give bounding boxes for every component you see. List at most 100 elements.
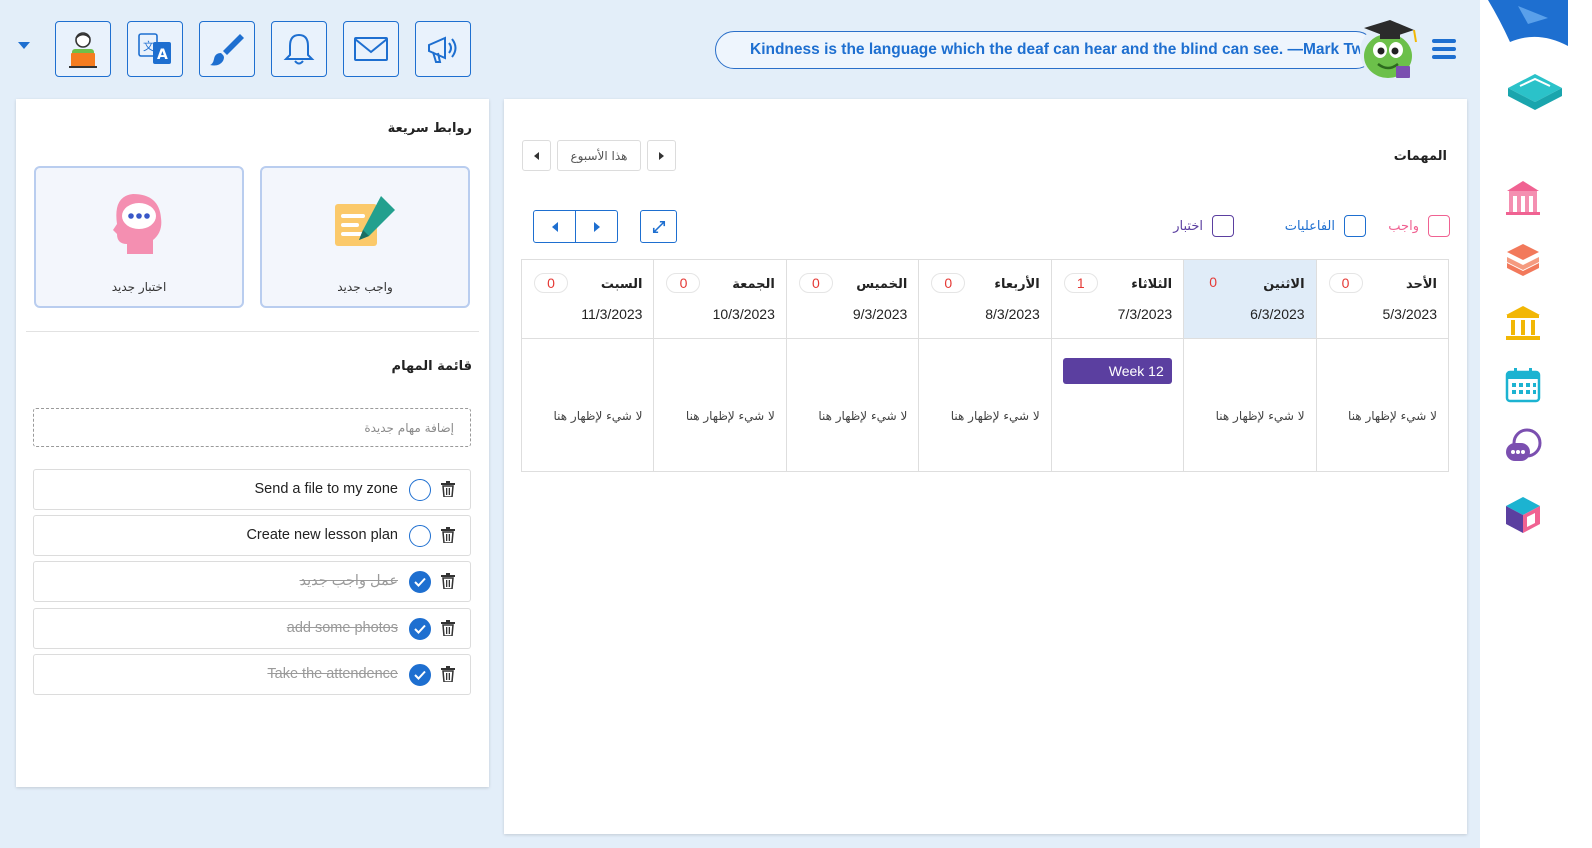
day-date: 9/3/2023 xyxy=(852,306,908,322)
day-date: 5/3/2023 xyxy=(1382,306,1438,322)
fullscreen-button[interactable] xyxy=(640,210,677,243)
day-body: لا شيء لإظهار هنا xyxy=(919,339,1050,472)
day-count-badge: 0 xyxy=(1209,274,1218,290)
day-body: لا شيء لإظهار هنا xyxy=(1184,339,1315,472)
task-text: Create new lesson plan xyxy=(246,527,398,543)
quote-text: Kindness is the language which the deaf … xyxy=(750,41,1387,58)
brand-logo-icon[interactable] xyxy=(1500,66,1570,114)
theme-button[interactable] xyxy=(199,21,255,77)
school-building-icon xyxy=(1506,181,1540,215)
announcements-button[interactable] xyxy=(415,21,471,77)
day-header: الخميس 9/3/2023 0 xyxy=(786,260,919,339)
sidebar-item-apps[interactable] xyxy=(1502,494,1544,536)
day-column-thursday[interactable]: الخميس 9/3/2023 0 لا شيء لإظهار هنا xyxy=(785,260,919,471)
trash-icon[interactable] xyxy=(441,620,455,636)
day-count-badge: 0 xyxy=(798,273,833,293)
trash-icon[interactable] xyxy=(441,666,455,682)
task-item: Take the attendence xyxy=(33,654,471,695)
day-column-monday[interactable]: الاثنين 6/3/2023 0 لا شيء لإظهار هنا xyxy=(1183,260,1316,472)
event-badge[interactable]: Week 12 xyxy=(1062,358,1172,384)
empty-message: لا شيء لإظهار هنا xyxy=(1215,409,1305,423)
legend-assignment[interactable]: واجب xyxy=(1388,215,1450,237)
task-checkbox[interactable] xyxy=(409,618,431,640)
chevron-down-icon[interactable] xyxy=(18,42,30,49)
day-column-friday[interactable]: الجمعة 10/3/2023 0 لا شيء لإظهار هنا xyxy=(653,260,786,471)
chevron-left-icon xyxy=(534,151,539,160)
new-assignment-label: واجب جديد xyxy=(337,280,393,294)
menu-hamburger-icon[interactable] xyxy=(1432,39,1456,59)
sidebar-item-courses[interactable] xyxy=(1502,240,1544,282)
corner-banner-icon xyxy=(1488,0,1568,46)
exam-head-icon xyxy=(113,194,162,254)
next-week-button[interactable] xyxy=(647,140,676,171)
translate-button[interactable]: 文 A xyxy=(127,21,183,77)
sidebar-item-calendar[interactable] xyxy=(1502,364,1544,406)
task-checkbox[interactable] xyxy=(409,571,431,593)
day-date: 10/3/2023 xyxy=(712,306,775,322)
messages-button[interactable] xyxy=(343,21,399,77)
day-name: الجمعة xyxy=(732,277,775,292)
bell-icon xyxy=(283,33,315,65)
day-header: الأربعاء 8/3/2023 0 xyxy=(919,260,1051,339)
day-column-saturday[interactable]: السبت 11/3/2023 0 لا شيء لإظهار هنا xyxy=(522,260,654,472)
day-column-wednesday[interactable]: الأربعاء 8/3/2023 0 لا شيء لإظهار هنا xyxy=(918,260,1051,472)
activities-filter-checkbox[interactable] xyxy=(1344,215,1366,237)
assignment-pen-icon xyxy=(335,196,395,246)
day-header: الأحد 5/3/2023 0 xyxy=(1316,260,1448,339)
new-exam-card[interactable]: اختبار جديد xyxy=(34,166,244,308)
task-text: add some photos xyxy=(286,620,398,636)
legend-exam[interactable]: اختبار xyxy=(1173,215,1234,237)
caret-right-icon xyxy=(593,221,600,232)
day-column-sunday[interactable]: الأحد 5/3/2023 0 لا شيء لإظهار هنا xyxy=(1315,260,1448,471)
exam-filter-checkbox[interactable] xyxy=(1212,215,1234,237)
sidebar-item-chat[interactable] xyxy=(1502,426,1544,468)
translate-icon: 文 A xyxy=(138,33,171,64)
day-name: الخميس xyxy=(856,277,908,292)
notifications-button[interactable] xyxy=(271,21,327,77)
pager-next-button[interactable] xyxy=(576,211,617,242)
sidebar-item-school[interactable] xyxy=(1502,176,1544,218)
section-divider xyxy=(26,331,479,332)
week-label: هذا الأسبوع xyxy=(570,148,628,163)
trash-icon[interactable] xyxy=(441,573,455,589)
new-exam-label: اختبار جديد xyxy=(111,280,167,294)
expand-icon xyxy=(652,220,665,233)
legend-activities[interactable]: الفاعليات xyxy=(1285,215,1366,237)
day-name: الاثنين xyxy=(1263,277,1305,292)
day-count-badge: 0 xyxy=(534,273,569,293)
task-checkbox[interactable] xyxy=(409,664,431,686)
day-header: الاثنين 6/3/2023 0 xyxy=(1184,260,1316,339)
sidebar-item-institution[interactable] xyxy=(1502,302,1544,344)
new-assignment-card[interactable]: واجب جديد xyxy=(260,166,470,308)
cube-app-icon xyxy=(1506,497,1540,533)
task-text: عمل واجب جديد xyxy=(299,573,398,589)
trash-icon[interactable] xyxy=(441,481,455,497)
app-sidebar xyxy=(1480,0,1592,848)
trash-icon[interactable] xyxy=(441,527,455,543)
schedule-panel: المهمات هذا الأسبوع واجب الفاعليات اختبا… xyxy=(504,99,1467,834)
day-date: 6/3/2023 xyxy=(1250,306,1305,322)
day-column-tuesday[interactable]: الثلاثاء 7/3/2023 1 Week 12 xyxy=(1050,260,1184,471)
day-name: الثلاثاء xyxy=(1131,277,1173,292)
add-task-input[interactable] xyxy=(33,408,471,447)
task-item: Create new lesson plan xyxy=(33,515,471,556)
day-name: الأحد xyxy=(1405,277,1437,292)
assignment-filter-checkbox[interactable] xyxy=(1428,215,1450,237)
this-week-button[interactable]: هذا الأسبوع xyxy=(557,140,641,171)
pager-prev-button[interactable] xyxy=(534,211,576,242)
profile-button[interactable] xyxy=(55,21,111,77)
top-bar: 文 A Kindness is the language which the d… xyxy=(0,0,1480,96)
day-count-badge: 0 xyxy=(1328,273,1363,293)
day-body: لا شيء لإظهار هنا xyxy=(522,339,653,472)
prev-week-button[interactable] xyxy=(522,140,551,171)
check-icon xyxy=(414,577,426,587)
caret-left-icon xyxy=(551,221,558,232)
quick-links-panel: روابط سريعة واجب جديد اختبار جديد قائمة … xyxy=(16,99,489,787)
task-checkbox[interactable] xyxy=(409,479,431,501)
task-checkbox[interactable] xyxy=(409,525,431,547)
student-avatar-icon xyxy=(69,32,97,68)
calendar-pager xyxy=(533,210,618,243)
day-header: الجمعة 10/3/2023 0 xyxy=(654,260,786,339)
megaphone-icon xyxy=(428,36,457,63)
mascot-dinosaur-icon xyxy=(1360,20,1417,80)
